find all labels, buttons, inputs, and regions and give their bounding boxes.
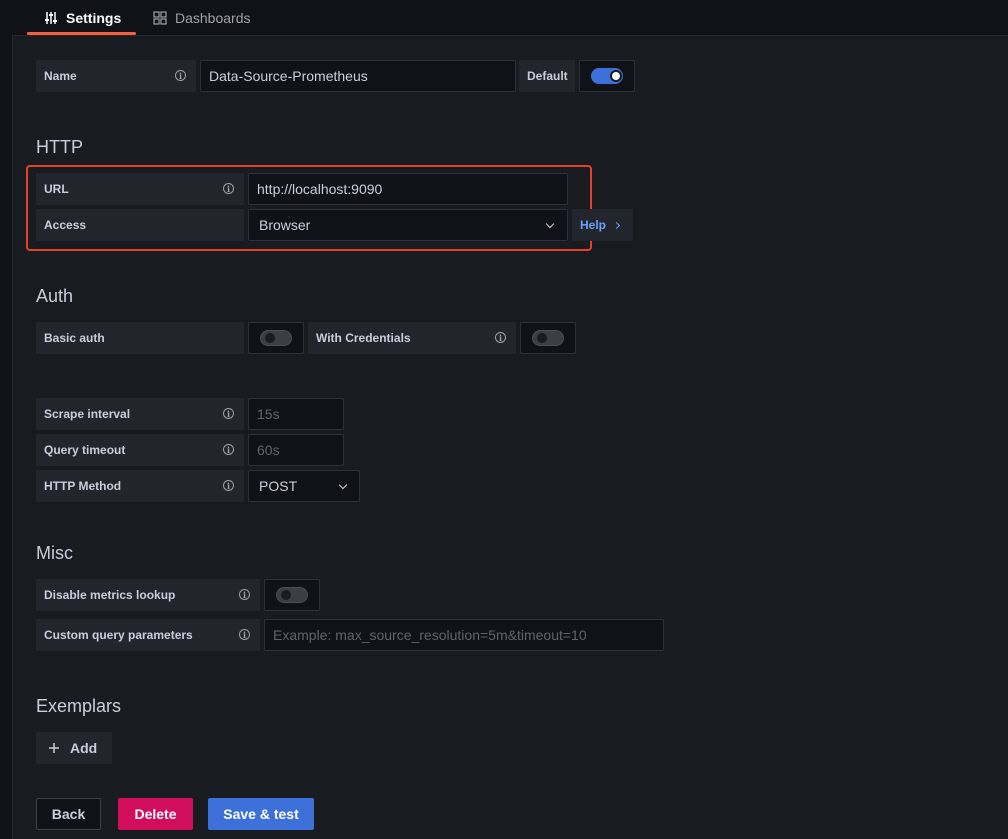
name-input-value: Data-Source-Prometheus <box>209 68 368 84</box>
save-and-test-button[interactable]: Save & test <box>208 798 314 830</box>
custom-query-parameters-label: Custom query parameters i <box>36 619 260 651</box>
http-method-select-value: POST <box>259 478 298 494</box>
delete-button[interactable]: Delete <box>118 798 193 830</box>
help-button[interactable]: Help <box>572 209 633 241</box>
info-icon[interactable]: i <box>239 589 250 600</box>
chevron-down-icon <box>338 480 348 490</box>
url-input-value: http://localhost:9090 <box>257 181 383 197</box>
info-icon[interactable]: i <box>175 70 186 81</box>
info-icon[interactable]: i <box>239 629 250 640</box>
scrape-interval-label: Scrape interval i <box>36 398 244 430</box>
basic-auth-label: Basic auth <box>36 322 244 354</box>
query-timeout-placeholder: 60s <box>257 442 280 458</box>
name-label-text: Name <box>44 69 77 83</box>
chevron-right-icon <box>612 221 621 229</box>
basic-auth-label-text: Basic auth <box>44 331 105 345</box>
access-label: Access <box>36 209 244 241</box>
default-toggle[interactable] <box>591 68 623 84</box>
disable-metrics-lookup-label: Disable metrics lookup i <box>36 579 260 611</box>
tab-bar: Settings Dashboards <box>0 0 1008 36</box>
disable-metrics-lookup-label-text: Disable metrics lookup <box>44 588 176 602</box>
with-credentials-label: With Credentials i <box>308 322 516 354</box>
misc-section-title: Misc <box>36 543 73 563</box>
with-credentials-toggle[interactable] <box>532 330 564 346</box>
tab-dashboards[interactable]: Dashboards <box>153 0 251 36</box>
http-method-label-text: HTTP Method <box>44 479 122 493</box>
toggle-knob <box>265 333 275 343</box>
custom-query-parameters-label-text: Custom query parameters <box>44 628 193 642</box>
query-timeout-input[interactable]: 60s <box>248 434 344 466</box>
custom-query-parameters-placeholder: Example: max_source_resolution=5m&timeou… <box>273 627 587 643</box>
tab-settings-label: Settings <box>66 10 122 26</box>
exemplars-section-title: Exemplars <box>36 696 122 716</box>
access-select-value: Browser <box>259 217 311 233</box>
access-label-text: Access <box>44 218 87 232</box>
add-exemplar-label: Add <box>70 740 98 756</box>
tab-dashboards-label: Dashboards <box>175 10 251 26</box>
toggle-knob <box>281 590 291 600</box>
auth-section-title: Auth <box>36 286 74 306</box>
delete-button-label: Delete <box>134 806 177 822</box>
url-label-text: URL <box>44 182 69 196</box>
tab-settings[interactable]: Settings <box>44 0 121 36</box>
scrape-interval-placeholder: 15s <box>257 406 280 422</box>
disable-metrics-lookup-toggle[interactable] <box>276 587 308 603</box>
custom-query-parameters-input[interactable]: Example: max_source_resolution=5m&timeou… <box>264 619 664 651</box>
apps-icon <box>153 11 167 25</box>
sliders-icon <box>45 12 57 24</box>
plus-icon <box>49 743 59 753</box>
info-icon[interactable]: i <box>223 444 234 455</box>
default-label-text: Default <box>527 69 568 83</box>
scrape-interval-input[interactable]: 15s <box>248 398 344 430</box>
http-method-select[interactable]: POST <box>248 470 360 502</box>
toggle-knob <box>537 333 547 343</box>
chevron-down-icon <box>545 219 555 229</box>
url-label: URL i <box>36 173 244 205</box>
back-button[interactable]: Back <box>36 798 101 830</box>
name-label: Name i <box>36 60 196 92</box>
help-button-label: Help <box>580 218 607 232</box>
with-credentials-switch-box <box>520 322 576 354</box>
default-switch-box <box>579 60 635 92</box>
query-timeout-label-text: Query timeout <box>44 443 126 457</box>
query-timeout-label: Query timeout i <box>36 434 244 466</box>
back-button-label: Back <box>51 806 86 822</box>
info-icon[interactable]: i <box>223 480 234 491</box>
info-icon[interactable]: i <box>223 408 234 419</box>
basic-auth-toggle[interactable] <box>260 330 292 346</box>
disable-metrics-lookup-switch-box <box>264 579 320 611</box>
save-and-test-button-label: Save & test <box>223 806 299 822</box>
info-icon[interactable]: i <box>223 183 234 194</box>
add-exemplar-button[interactable]: Add <box>36 732 112 764</box>
toggle-knob <box>610 70 622 82</box>
with-credentials-label-text: With Credentials <box>316 331 411 345</box>
access-select[interactable]: Browser <box>248 209 568 241</box>
info-icon[interactable]: i <box>495 332 506 343</box>
default-label: Default <box>519 60 575 92</box>
http-section-title: HTTP <box>36 137 83 157</box>
url-input[interactable]: http://localhost:9090 <box>248 173 568 205</box>
basic-auth-switch-box <box>248 322 304 354</box>
http-method-label: HTTP Method i <box>36 470 244 502</box>
name-input[interactable]: Data-Source-Prometheus <box>200 60 516 92</box>
scrape-interval-label-text: Scrape interval <box>44 407 131 421</box>
